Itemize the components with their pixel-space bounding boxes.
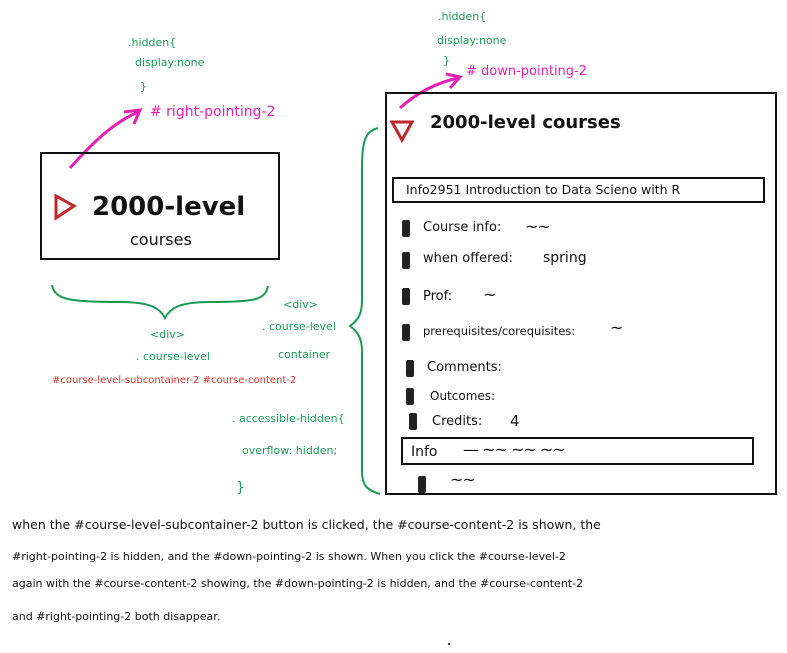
course-header-text: Info2951 Introduction to Data Scieno wit… — [406, 182, 681, 197]
right-pointing-triangle-icon — [52, 194, 74, 220]
description-line-2: #right-pointing-2 is hidden, and the #do… — [12, 550, 566, 563]
stray-dot — [447, 642, 451, 646]
left-id-label: #course-level-subcontainer-2 #course-con… — [52, 375, 297, 386]
course-header-bar[interactable]: Info2951 Introduction to Data Scieno wit… — [392, 177, 765, 203]
right-brace — [348, 127, 381, 495]
field-bullet — [406, 360, 414, 377]
left-class-label: . course-level — [136, 350, 210, 363]
accessible-hidden-label: . accessible-hidden{ — [232, 412, 345, 425]
field-bullet — [402, 220, 410, 237]
description-line-4: and #right-pointing-2 both disappear. — [12, 610, 221, 623]
field-bullet — [402, 288, 410, 305]
course-info-label: Course info: — [423, 220, 502, 235]
info-bar-squiggles: — ~~ ~~ ~~ — [463, 440, 566, 459]
prof-value: ~ — [483, 285, 496, 304]
when-offered-value: spring — [543, 250, 587, 266]
left-div-label: <div> — [150, 328, 185, 341]
right-close-brace: } — [443, 54, 450, 67]
comments-label: Comments: — [427, 360, 502, 375]
description-line-1: when the #course-level-subcontainer-2 bu… — [12, 517, 601, 532]
credits-label: Credits: — [432, 414, 483, 429]
collapsed-title-line1: 2000-level — [92, 192, 246, 222]
info-bar-label: Info — [411, 444, 438, 460]
when-offered-label: when offered: — [423, 251, 513, 266]
down-pointing-triangle-icon — [390, 118, 414, 142]
middle-container-label: container — [278, 348, 331, 361]
description-line-3: again with the #course-content-2 showing… — [12, 577, 584, 590]
prof-label: Prof: — [423, 289, 453, 304]
middle-close-brace: } — [236, 480, 245, 496]
right-hidden-note: .hidden{ — [438, 10, 487, 23]
field-bullet — [418, 476, 426, 493]
course-level-subcontainer-collapsed[interactable]: 2000-level courses — [40, 152, 280, 260]
course-info-value: ~~ — [525, 217, 551, 236]
collapsed-title-line2: courses — [130, 230, 192, 249]
field-bullet — [409, 413, 417, 430]
credits-value: 4 — [510, 412, 520, 430]
expanded-title[interactable]: 2000-level courses — [430, 112, 621, 133]
left-brace — [51, 284, 269, 321]
field-bullet — [402, 324, 410, 341]
overflow-label: overflow: hidden; — [242, 444, 338, 457]
middle-div-label: <div> — [283, 298, 318, 311]
info-subcourse-bar[interactable]: Info — ~~ ~~ ~~ — [401, 437, 754, 465]
down-pointing-label: # down-pointing-2 — [466, 64, 588, 79]
right-pointing-label: # right-pointing-2 — [150, 104, 276, 120]
middle-class-label: . course-level — [262, 320, 336, 333]
bottom-squiggle: ~~ — [450, 470, 476, 489]
right-display-note: display:none — [437, 34, 507, 47]
prerequisites-label: prerequisites/corequisites: — [423, 324, 576, 338]
left-display-note: display:none — [135, 56, 205, 69]
prerequisites-value: ~ — [610, 318, 623, 337]
left-close-brace: } — [140, 80, 147, 93]
outcomes-label: Outcomes: — [430, 389, 496, 403]
field-bullet — [402, 252, 410, 269]
left-hidden-note: .hidden{ — [128, 36, 177, 49]
field-bullet — [406, 388, 414, 405]
